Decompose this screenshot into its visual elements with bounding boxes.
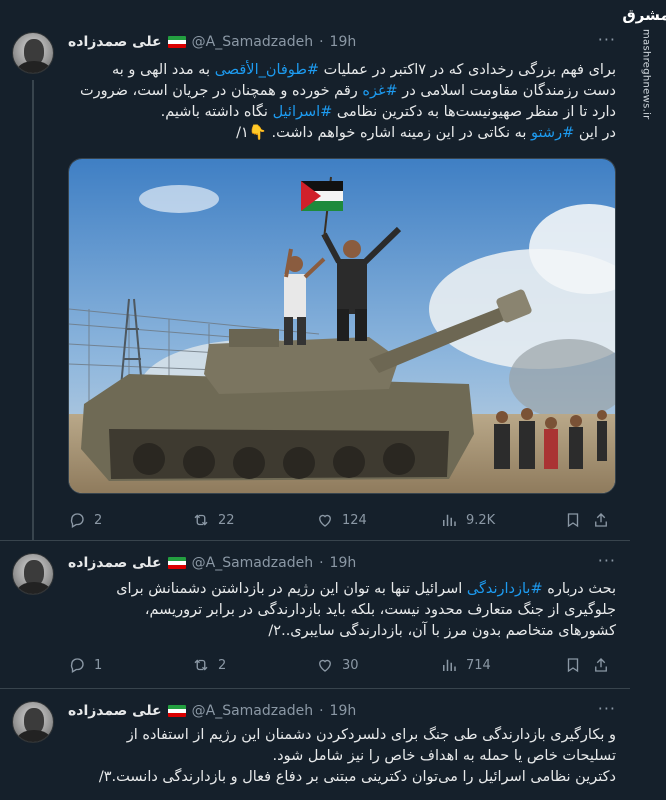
tweet-time[interactable]: 19h: [330, 703, 357, 719]
views-button[interactable]: 9.2K: [440, 511, 564, 529]
tank-photo: [69, 159, 615, 493]
share-button[interactable]: [592, 511, 616, 529]
more-options-icon[interactable]: ···: [598, 699, 616, 718]
tweet-1[interactable]: علی صمدزاده @A_Samadzadeh · 19h ··· برای…: [0, 0, 630, 540]
heart-icon: [319, 659, 331, 672]
tweet-header: علی صمدزاده @A_Samadzadeh · 19h: [68, 701, 356, 721]
separator-dot: ·: [319, 555, 324, 571]
author-handle[interactable]: @A_Samadzadeh: [192, 555, 313, 571]
hashtag-link[interactable]: #اسرائیل: [273, 104, 333, 120]
author-name[interactable]: علی صمدزاده: [68, 703, 162, 719]
author-name[interactable]: علی صمدزاده: [68, 555, 162, 571]
retweet-count: 2: [218, 657, 227, 673]
reply-count: 1: [94, 657, 103, 673]
reply-icon: [70, 658, 84, 673]
avatar[interactable]: [12, 701, 54, 743]
bookmark-icon: [567, 513, 579, 528]
hashtag-link[interactable]: #بازدارندگی: [467, 581, 543, 597]
watermark-url: mashreghnews.ir: [640, 29, 652, 120]
more-options-icon[interactable]: ···: [598, 551, 616, 570]
tweet-actions: 2 22 124 9.2K: [68, 510, 616, 530]
like-count: 124: [342, 512, 367, 528]
views-icon: [443, 659, 456, 671]
hashtag-link[interactable]: #غزه: [362, 83, 397, 99]
watermark: مشرق mashreghnews.ir: [622, 0, 666, 150]
flag-in-photo: [301, 181, 343, 211]
bookmark-button[interactable]: [564, 656, 592, 674]
iran-flag-icon: [167, 557, 186, 569]
heart-icon: [319, 514, 331, 527]
tweet-header: علی صمدزاده @A_Samadzadeh · 19h: [68, 553, 356, 573]
retweet-button[interactable]: 22: [192, 511, 316, 529]
author-name[interactable]: علی صمدزاده: [68, 34, 162, 50]
tweet-time[interactable]: 19h: [330, 34, 357, 50]
tweet-text: برای فهم بزرگی رخدادی که در ۷اکتبر در عم…: [79, 62, 616, 141]
reply-icon: [70, 513, 84, 528]
author-handle[interactable]: @A_Samadzadeh: [192, 34, 313, 50]
tweet-3[interactable]: علی صمدزاده @A_Samadzadeh · 19h ··· و بک…: [0, 689, 630, 800]
avatar[interactable]: [12, 32, 54, 74]
thread-line: [32, 80, 34, 540]
iran-flag-icon: [167, 705, 186, 717]
views-button[interactable]: 714: [440, 656, 564, 674]
reply-button[interactable]: 1: [68, 656, 192, 674]
author-handle[interactable]: @A_Samadzadeh: [192, 703, 313, 719]
tweet-text: بحث درباره #بازدارندگی اسرائیل تنها به ت…: [116, 581, 616, 639]
share-button[interactable]: [592, 656, 616, 674]
reply-button[interactable]: 2: [68, 511, 192, 529]
tweet-2[interactable]: علی صمدزاده @A_Samadzadeh · 19h ··· بحث …: [0, 541, 630, 688]
separator-dot: ·: [319, 34, 324, 50]
retweet-icon: [194, 659, 208, 671]
tweet-image[interactable]: [68, 158, 616, 494]
iran-flag-icon: [167, 36, 186, 48]
tweet-text: و بکارگیری بازدارندگی طی جنگ برای دلسردک…: [98, 727, 616, 785]
views-count: 714: [466, 657, 491, 673]
hashtag-link[interactable]: #رشتو: [531, 125, 574, 141]
like-button[interactable]: 30: [316, 656, 440, 674]
like-count: 30: [342, 657, 359, 673]
share-icon: [595, 513, 607, 527]
more-options-icon[interactable]: ···: [598, 30, 616, 49]
retweet-button[interactable]: 2: [192, 656, 316, 674]
retweet-count: 22: [218, 512, 235, 528]
tweet-time[interactable]: 19h: [330, 555, 357, 571]
hashtag-link[interactable]: #طوفان_الأقصی: [215, 62, 319, 78]
views-count: 9.2K: [466, 512, 496, 528]
avatar[interactable]: [12, 553, 54, 595]
share-icon: [595, 658, 607, 672]
bookmark-icon: [567, 658, 579, 673]
separator-dot: ·: [319, 703, 324, 719]
views-icon: [443, 514, 456, 526]
like-button[interactable]: 124: [316, 511, 440, 529]
pointing-down-icon: 👇: [248, 125, 267, 141]
reply-count: 2: [94, 512, 103, 528]
tweet-actions: 1 2 30 714: [68, 655, 616, 675]
retweet-icon: [194, 514, 208, 526]
tweet-header: علی صمدزاده @A_Samadzadeh · 19h: [68, 32, 356, 52]
bookmark-button[interactable]: [564, 511, 592, 529]
